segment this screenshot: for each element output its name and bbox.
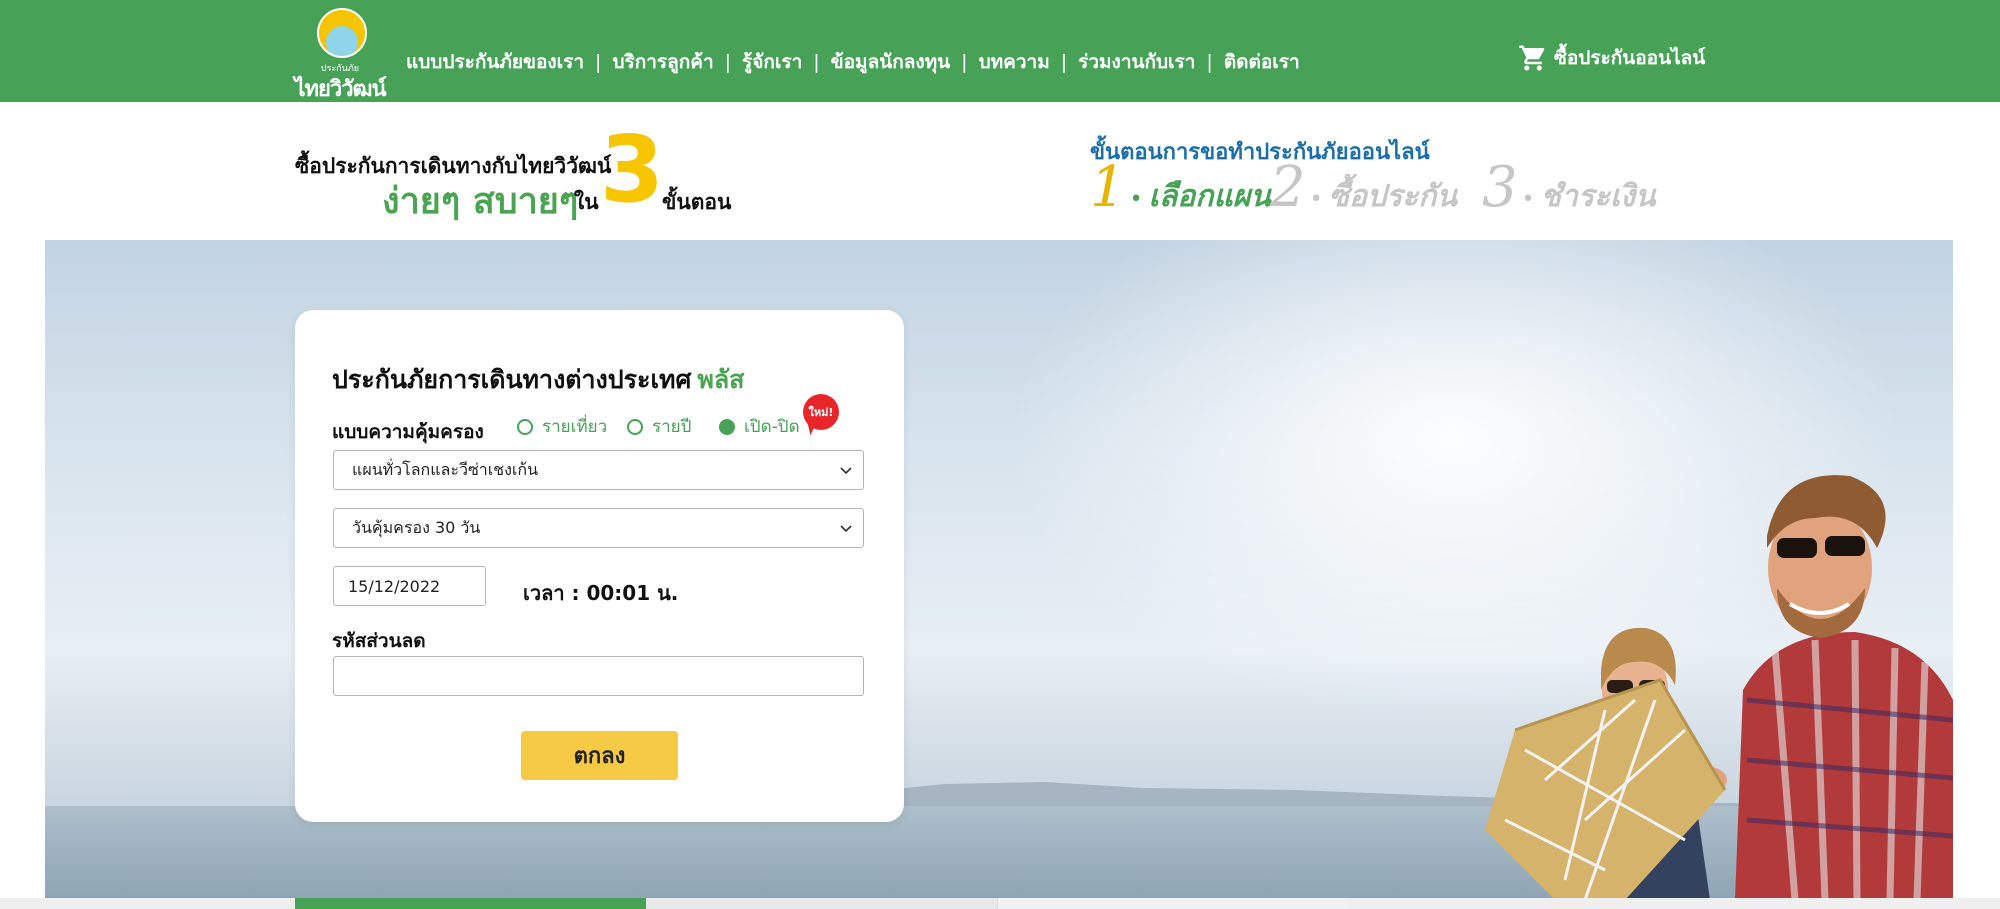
form-title-plus: พลัส <box>697 365 745 394</box>
nav-separator: | <box>724 51 732 73</box>
radio-circle <box>517 418 533 435</box>
coverage-annual-radio[interactable]: รายปี <box>627 413 691 440</box>
nav-separator: | <box>1060 51 1068 73</box>
buy-online-link[interactable]: ซื้อประกันออนไลน์ <box>1518 43 1705 73</box>
nav-item-our-insurance[interactable]: แบบประกันภัยของเรา <box>406 47 584 77</box>
coverage-type-label: แบบความคุ้มครอง <box>332 421 484 443</box>
step-number: 3 <box>1482 155 1518 220</box>
step-3-payment: 3 • ชำระเงิน <box>1482 160 1655 220</box>
start-date-input[interactable]: 15/12/2022 <box>333 566 486 606</box>
bottom-tab-active[interactable] <box>295 898 646 909</box>
shopping-cart-icon <box>1519 45 1545 71</box>
travelers-with-map-image <box>1485 475 1953 900</box>
promo-highlight: ง่ายๆ สบายๆ <box>382 181 579 222</box>
start-time-text: เวลา : 00:01 น. <box>523 581 679 605</box>
coverage-per-trip-radio[interactable]: รายเที่ยว <box>517 413 607 440</box>
chevron-down-icon <box>840 525 852 533</box>
plan-select[interactable]: แผนทั่วโลกและวีซ่าเชงเก้น <box>333 450 864 490</box>
bottom-tab-2[interactable] <box>646 898 997 909</box>
nav-separator: | <box>595 51 602 73</box>
submit-button[interactable]: ตกลง <box>521 731 678 780</box>
step-number: 1 <box>1090 155 1126 220</box>
step-bullet: • <box>1521 187 1535 212</box>
logo-name: ไทยวิวัฒน์ <box>294 77 386 102</box>
promo-in-word: ใน <box>574 190 599 214</box>
discount-code-label: รหัสส่วนลด <box>332 630 426 652</box>
new-badge: ใหม่! <box>803 394 839 430</box>
radio-label: เปิด-ปิด <box>744 417 800 437</box>
nav-separator: | <box>813 51 820 73</box>
promo-steps-word: ขั้นตอน <box>662 190 732 214</box>
logo-emblem-icon <box>317 8 367 58</box>
form-title-text: ประกันภัยการเดินทางต่างประเทศ <box>332 365 692 394</box>
radio-circle <box>627 418 643 435</box>
step-number: 2 <box>1270 155 1306 220</box>
bottom-tab-3[interactable] <box>997 898 1348 909</box>
top-navigation-bar: ประกันภัย ไทยวิวัฒน์ แบบประกันภัยของเรา … <box>0 0 2000 102</box>
nav-item-articles[interactable]: บทความ <box>979 47 1050 77</box>
travel-insurance-form-card: ประกันภัยการเดินทางต่างประเทศ พลัส แบบควา… <box>295 310 904 822</box>
nav-separator: | <box>961 51 968 73</box>
nav-item-contact[interactable]: ติดต่อเรา <box>1224 47 1300 77</box>
company-logo[interactable]: ประกันภัย ไทยวิวัฒน์ <box>293 8 387 102</box>
step-label: ซื้อประกัน <box>1328 179 1457 214</box>
nav-item-about-us[interactable]: รู้จักเรา <box>742 47 802 77</box>
step-bullet: • <box>1309 187 1323 212</box>
coverage-open-close-radio[interactable]: เปิด-ปิด <box>719 413 800 440</box>
nav-separator: | <box>1206 51 1213 73</box>
buy-online-label: ซื้อประกันออนไลน์ <box>1554 47 1706 69</box>
nav-item-customer-service[interactable]: บริการลูกค้า <box>612 47 713 77</box>
step-label: ชำระเงิน <box>1540 179 1656 214</box>
coverage-days-select[interactable]: วันคุ้มครอง 30 วัน <box>333 508 864 548</box>
main-nav: แบบประกันภัยของเรา | บริการลูกค้า | รู้จ… <box>406 47 1300 77</box>
nav-item-investor-info[interactable]: ข้อมูลนักลงทุน <box>831 47 951 77</box>
step-2-buy: 2 • ซื้อประกัน <box>1270 160 1457 220</box>
nav-item-careers[interactable]: ร่วมงานกับเรา <box>1078 47 1195 77</box>
discount-code-input[interactable] <box>333 656 864 696</box>
plan-select-value: แผนทั่วโลกและวีซ่าเชงเก้น <box>352 459 539 479</box>
promo-step-count: 3 <box>600 116 665 223</box>
chevron-down-icon <box>840 467 852 475</box>
step-label: เลือกแผน <box>1148 179 1271 214</box>
radio-label: รายเที่ยว <box>542 417 608 437</box>
step-bullet: • <box>1129 187 1143 212</box>
step-1-choose-plan: 1 • เลือกแผน <box>1090 160 1271 220</box>
form-title: ประกันภัยการเดินทางต่างประเทศ พลัส <box>332 360 744 400</box>
coverage-days-value: วันคุ้มครอง 30 วัน <box>352 517 481 537</box>
radio-circle <box>719 418 735 435</box>
radio-label: รายปี <box>652 417 692 437</box>
